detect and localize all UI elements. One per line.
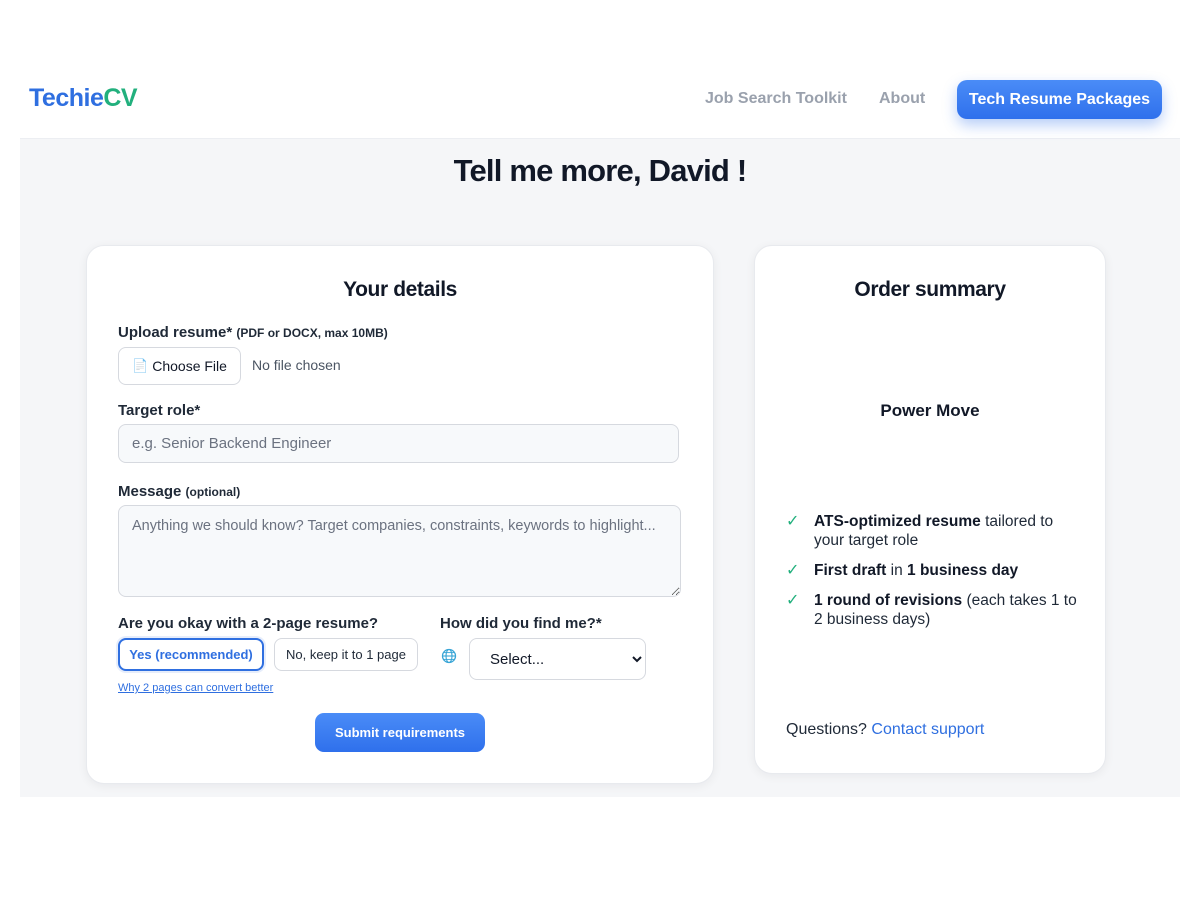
submit-requirements-button[interactable]: Submit requirements (315, 713, 485, 752)
two-page-yes-button[interactable]: Yes (recommended) (118, 638, 264, 671)
feature-item: ✓ First draft in 1 business day (786, 561, 1086, 580)
nav-link-job-search-toolkit[interactable]: Job Search Toolkit (705, 90, 847, 108)
feature-text: in (886, 562, 908, 579)
page: TechieCV Job Search Toolkit About Tech R… (20, 60, 1180, 797)
feature-bold: 1 round of revisions (814, 592, 963, 609)
message-textarea[interactable] (118, 505, 681, 597)
file-icon: 📄 (132, 358, 149, 373)
page-title: Tell me more, David ! (453, 153, 748, 188)
source-question: How did you find me?* (440, 615, 602, 632)
globe-icon (441, 648, 457, 664)
upload-resume-label: Upload resume* (PDF or DOCX, max 10MB) (118, 324, 388, 341)
target-role-input[interactable] (118, 424, 679, 463)
logo[interactable]: TechieCV (29, 84, 138, 113)
feature-item: ✓ 1 round of revisions (each takes 1 to … (786, 591, 1086, 629)
target-role-label: Target role* (118, 402, 201, 419)
upload-resume-label-text: Upload resume* (118, 324, 233, 341)
check-icon: ✓ (786, 513, 800, 530)
nav-link-about[interactable]: About (879, 90, 925, 108)
two-page-question: Are you okay with a 2-page resume? (118, 615, 379, 632)
details-card-title: Your details (343, 278, 457, 301)
message-label: Message (optional) (118, 483, 240, 500)
support-text: Questions? (786, 721, 872, 738)
feature-bold-2: 1 business day (907, 562, 1019, 579)
message-hint: (optional) (185, 485, 241, 499)
why-two-pages-link[interactable]: Why 2 pages can convert better (118, 682, 273, 694)
order-summary-card: Order summary Power Move ✓ ATS-optimized… (754, 245, 1106, 774)
logo-cv: CV (103, 84, 138, 112)
navbar: TechieCV Job Search Toolkit About Tech R… (20, 60, 1180, 139)
contact-support-link[interactable]: Contact support (871, 721, 984, 738)
package-name: Power Move (880, 401, 980, 420)
logo-techie: Techie (29, 84, 104, 112)
source-select[interactable]: Select... (469, 638, 646, 680)
feature-list: ✓ ATS-optimized resume tailored to your … (786, 512, 1086, 640)
feature-item: ✓ ATS-optimized resume tailored to your … (786, 512, 1086, 550)
feature-bold: ATS-optimized resume (814, 513, 981, 530)
support-line: Questions? Contact support (786, 721, 984, 739)
tech-resume-packages-button[interactable]: Tech Resume Packages (957, 80, 1162, 119)
order-summary-title: Order summary (854, 278, 1006, 301)
two-page-no-button[interactable]: No, keep it to 1 page (274, 638, 418, 671)
feature-bold: First draft (814, 562, 887, 579)
check-icon: ✓ (786, 592, 800, 609)
details-card: Your details Upload resume* (PDF or DOCX… (86, 245, 714, 784)
upload-resume-hint: (PDF or DOCX, max 10MB) (236, 326, 388, 340)
message-label-text: Message (118, 483, 182, 500)
choose-file-label: Choose File (152, 358, 227, 374)
check-icon: ✓ (786, 562, 800, 579)
file-status: No file chosen (252, 357, 341, 373)
choose-file-button[interactable]: 📄 Choose File (118, 347, 241, 385)
